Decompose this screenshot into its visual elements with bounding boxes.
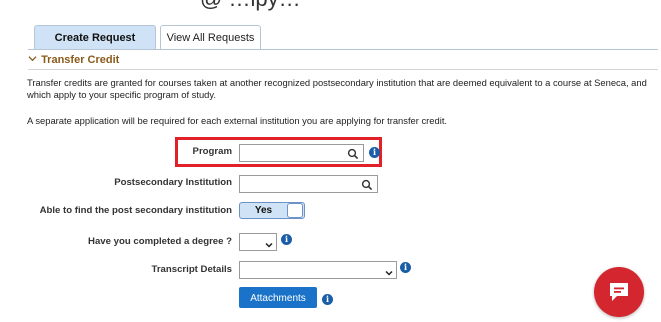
toggle-yes-label: Yes (254, 205, 273, 216)
find-institution-toggle[interactable]: Yes (239, 202, 305, 219)
tab-create-request[interactable]: Create Request (34, 25, 156, 49)
chevron-down-icon (384, 265, 394, 276)
tab-view-all-requests[interactable]: View All Requests (160, 25, 261, 49)
chevron-down-icon (28, 54, 38, 66)
info-icon[interactable]: i (369, 147, 380, 158)
program-label: Program (192, 146, 232, 157)
chat-icon (610, 283, 628, 301)
note-paragraph: A separate application will be required … (27, 115, 448, 126)
tab-divider (28, 49, 658, 50)
institution-label: Postsecondary Institution (114, 177, 232, 188)
info-icon[interactable]: i (281, 234, 292, 245)
intro-paragraph: Transfer credits are granted for courses… (27, 77, 647, 100)
search-icon[interactable] (347, 147, 359, 160)
search-icon[interactable] (361, 178, 373, 191)
degree-label: Have you completed a degree ? (88, 236, 232, 247)
transcript-select[interactable] (239, 261, 397, 279)
top-cropped-area: @ …ipy… (0, 0, 661, 20)
toggle-knob (287, 203, 303, 218)
institution-input[interactable] (239, 175, 378, 193)
chat-button[interactable] (594, 267, 644, 317)
attachments-button[interactable]: Attachments (239, 287, 317, 308)
info-icon[interactable]: i (400, 262, 411, 273)
cropped-heading-text: @ …ipy… (200, 0, 301, 12)
program-input[interactable] (239, 144, 364, 162)
section-transfer-credit-header[interactable]: Transfer Credit (28, 54, 119, 70)
section-title: Transfer Credit (41, 54, 120, 66)
transcript-label: Transcript Details (151, 264, 232, 275)
section-divider (28, 69, 658, 70)
chevron-down-icon (264, 237, 274, 248)
info-icon[interactable]: i (322, 294, 333, 305)
find-institution-label: Able to find the post secondary institut… (39, 205, 232, 216)
degree-select[interactable] (239, 233, 277, 251)
